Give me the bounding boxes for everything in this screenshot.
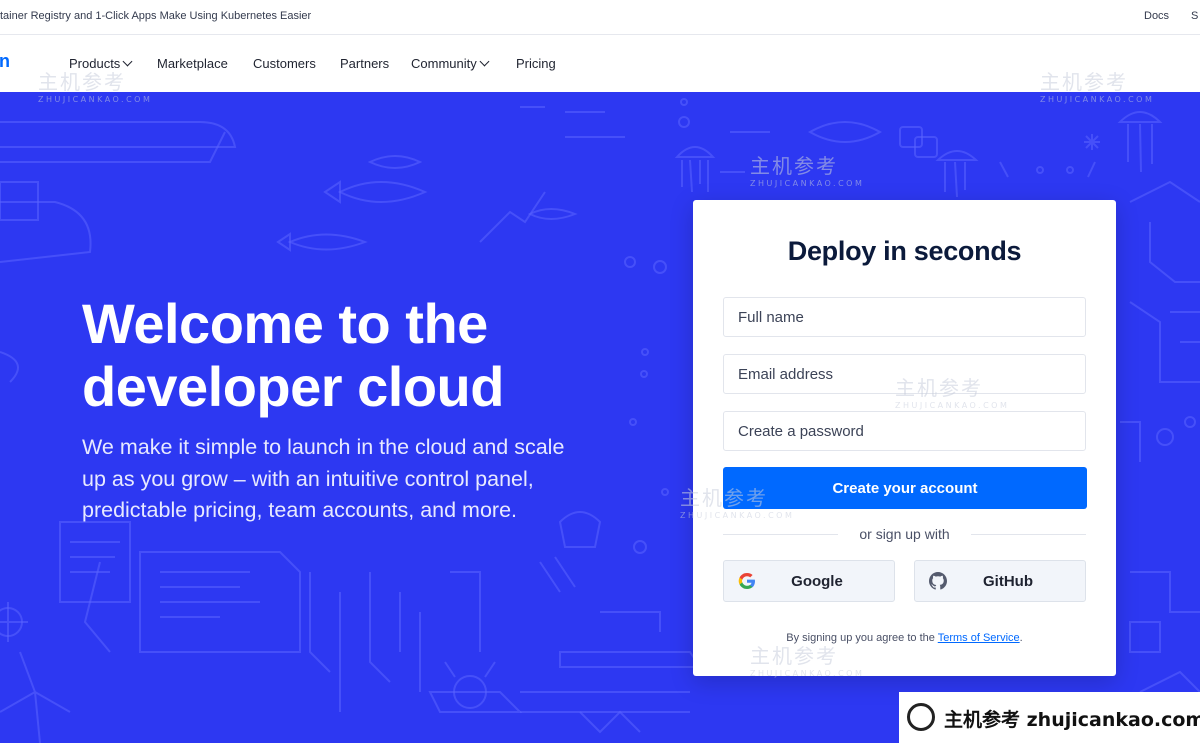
- watermark: 主机参考 ZHUJICANKAO.COM: [38, 66, 152, 104]
- google-label: Google: [791, 573, 843, 590]
- watermark-text: 主机参考: [750, 154, 838, 178]
- watermark-logo-icon: [907, 703, 935, 731]
- nav-item-customers[interactable]: Customers: [253, 56, 316, 71]
- watermark-subtext: ZHUJICANKAO.COM: [895, 401, 1010, 410]
- watermark-text: 主机参考: [750, 644, 838, 668]
- nav-item-pricing[interactable]: Pricing: [516, 56, 556, 71]
- watermark-subtext: ZHUJICANKAO.COM: [38, 95, 153, 104]
- nav-item-label: Community: [411, 56, 477, 71]
- watermark: 主机参考 ZHUJICANKAO.COM: [680, 482, 794, 520]
- chevron-down-icon: [122, 56, 133, 67]
- nav-item-community[interactable]: Community: [411, 56, 490, 71]
- docs-link[interactable]: Docs: [1144, 10, 1169, 22]
- divider-right: [971, 534, 1086, 535]
- chevron-down-icon: [479, 56, 490, 67]
- watermark-subtext: ZHUJICANKAO.COM: [1040, 95, 1155, 104]
- watermark: 主机参考 ZHUJICANKAO.COM: [1040, 66, 1154, 104]
- hero-headline: Welcome to the developer cloud: [82, 292, 642, 418]
- watermark-badge-text: 主机参考 zhujicankao.com: [944, 709, 1200, 731]
- announcement-bar: tainer Registry and 1-Click Apps Make Us…: [0, 0, 1200, 35]
- watermark-text: 主机参考: [680, 486, 768, 510]
- topbar-overflow-link[interactable]: S: [1191, 10, 1198, 22]
- watermark-subtext: ZHUJICANKAO.COM: [750, 179, 865, 188]
- hero-subtext: We make it simple to launch in the cloud…: [82, 435, 565, 522]
- announcement-text[interactable]: tainer Registry and 1-Click Apps Make Us…: [0, 10, 311, 22]
- password-input[interactable]: [723, 411, 1086, 451]
- watermark-subtext: ZHUJICANKAO.COM: [680, 511, 795, 520]
- hero-headline-line1: Welcome to the: [82, 292, 488, 355]
- signup-title: Deploy in seconds: [787, 236, 1022, 266]
- full-name-input[interactable]: [723, 297, 1086, 337]
- signup-card: Deploy in seconds Create your account or…: [693, 200, 1116, 676]
- watermark: 主机参考 ZHUJICANKAO.COM: [750, 640, 864, 678]
- nav-item-marketplace[interactable]: Marketplace: [157, 56, 228, 71]
- watermark-text: 主机参考: [895, 376, 983, 400]
- main-nav: n Products Marketplace Customers Partner…: [0, 35, 1200, 92]
- google-signup-button[interactable]: Google: [723, 560, 895, 602]
- logo[interactable]: n: [0, 51, 10, 72]
- watermark-text: 主机参考: [1040, 70, 1128, 94]
- terms-of-service-link[interactable]: Terms of Service: [938, 632, 1020, 644]
- github-label: GitHub: [983, 573, 1033, 590]
- terms-suffix: .: [1019, 632, 1023, 644]
- nav-item-partners[interactable]: Partners: [340, 56, 389, 71]
- watermark-subtext: ZHUJICANKAO.COM: [750, 669, 865, 678]
- hero-headline-line2: developer cloud: [82, 355, 504, 418]
- watermark-badge: 主机参考 zhujicankao.com: [899, 692, 1200, 743]
- watermark-text: 主机参考: [38, 70, 126, 94]
- watermark: 主机参考 ZHUJICANKAO.COM: [750, 150, 864, 188]
- github-signup-button[interactable]: GitHub: [914, 560, 1086, 602]
- watermark: 主机参考 ZHUJICANKAO.COM: [895, 372, 1009, 410]
